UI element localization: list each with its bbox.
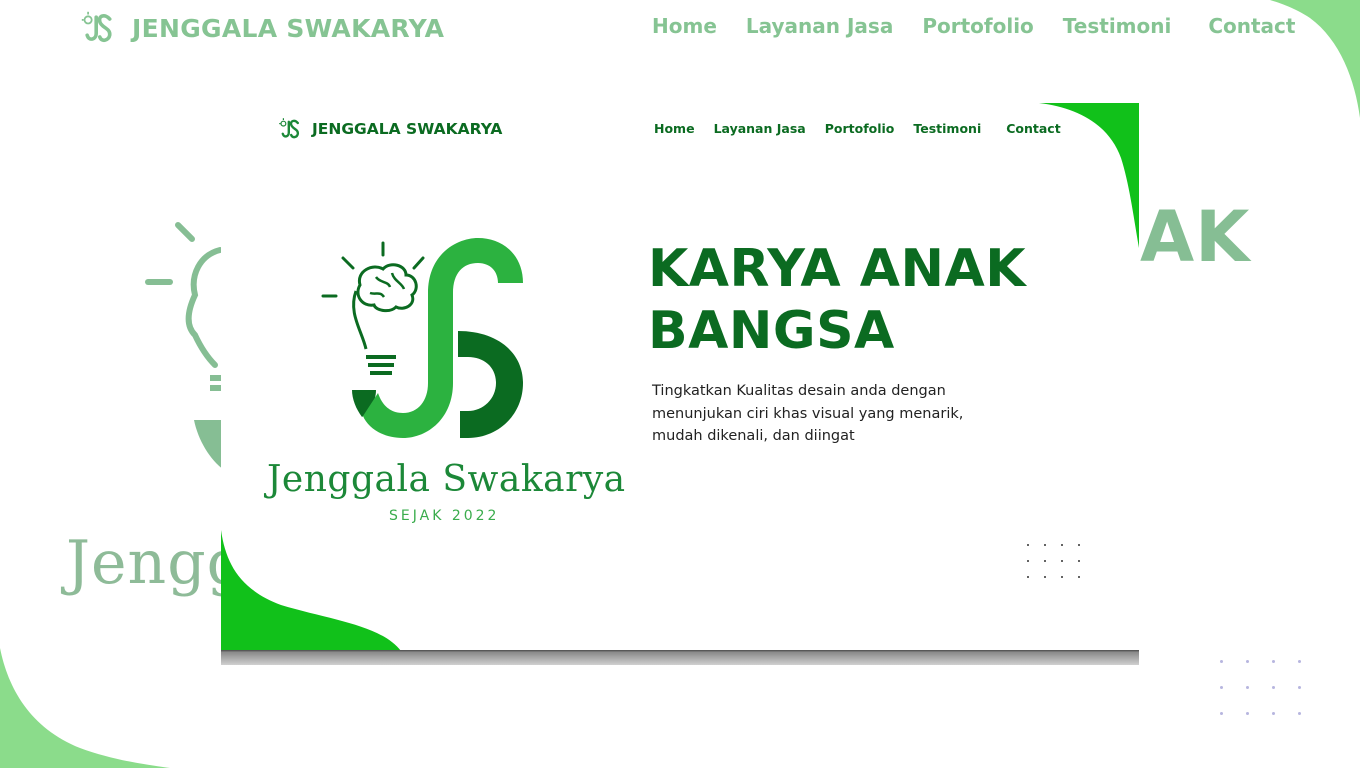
brand-logo-icon — [279, 118, 300, 139]
hero-title-line-1: KARYA ANAK — [648, 239, 1027, 299]
background-brand-name: JENGGALA SWAKARYA — [132, 13, 445, 43]
card-dot-pattern — [1027, 544, 1080, 578]
background-brand: JENGGALA SWAKARYA — [80, 10, 444, 46]
nav-menu: Home Layanan Jasa Portofolio Testimoni C… — [654, 121, 1061, 136]
lightbulb-brain-js-logo-icon — [321, 238, 523, 438]
background-dot-pattern — [1220, 660, 1301, 715]
logo-script-name: Jenggala Swakarya — [267, 459, 626, 500]
background-bottom-left-wave — [0, 648, 170, 768]
nav-home[interactable]: Home — [654, 121, 695, 136]
background-nav-layanan-jasa: Layanan Jasa — [745, 14, 894, 38]
background-navbar: JENGGALA SWAKARYA Home Layanan Jasa Port… — [0, 0, 1360, 60]
nav-contact[interactable]: Contact — [1006, 121, 1060, 136]
hero-title: KARYA ANAK BANGSA — [648, 238, 1068, 362]
navbar: JENGGALA SWAKARYA Home Layanan Jasa Port… — [221, 103, 1139, 153]
nav-portofolio[interactable]: Portofolio — [825, 121, 895, 136]
card-bottom-left-wave — [221, 530, 401, 651]
background-nav-home: Home — [652, 14, 717, 38]
background-nav-contact: Contact — [1208, 14, 1296, 38]
background-hero-title-fragment: AK — [1140, 196, 1251, 278]
brand-name: JENGGALA SWAKARYA — [312, 120, 503, 138]
background-script-name-fragment: Jengg — [66, 528, 247, 598]
hero-description: Tingkatkan Kualitas desain anda dengan m… — [652, 383, 964, 444]
nav-testimoni[interactable]: Testimoni — [913, 121, 981, 136]
hero-title-line-2: BANGSA — [648, 301, 895, 361]
brand[interactable]: JENGGALA SWAKARYA — [278, 117, 502, 141]
background-bulb-icon — [145, 222, 224, 470]
background-nav-testimoni: Testimoni — [1062, 14, 1172, 38]
logo-since-year: SEJAK 2022 — [389, 508, 500, 524]
nav-layanan-jasa[interactable]: Layanan Jasa — [714, 121, 806, 136]
website-preview-card: JENGGALA SWAKARYA Home Layanan Jasa Port… — [221, 103, 1139, 665]
background-logo-icon — [81, 11, 112, 43]
background-nav-menu: Home Layanan Jasa Portofolio Testimoni C… — [652, 14, 1295, 38]
card-bottom-shadow — [221, 650, 1139, 665]
background-nav-portofolio: Portofolio — [922, 14, 1034, 38]
